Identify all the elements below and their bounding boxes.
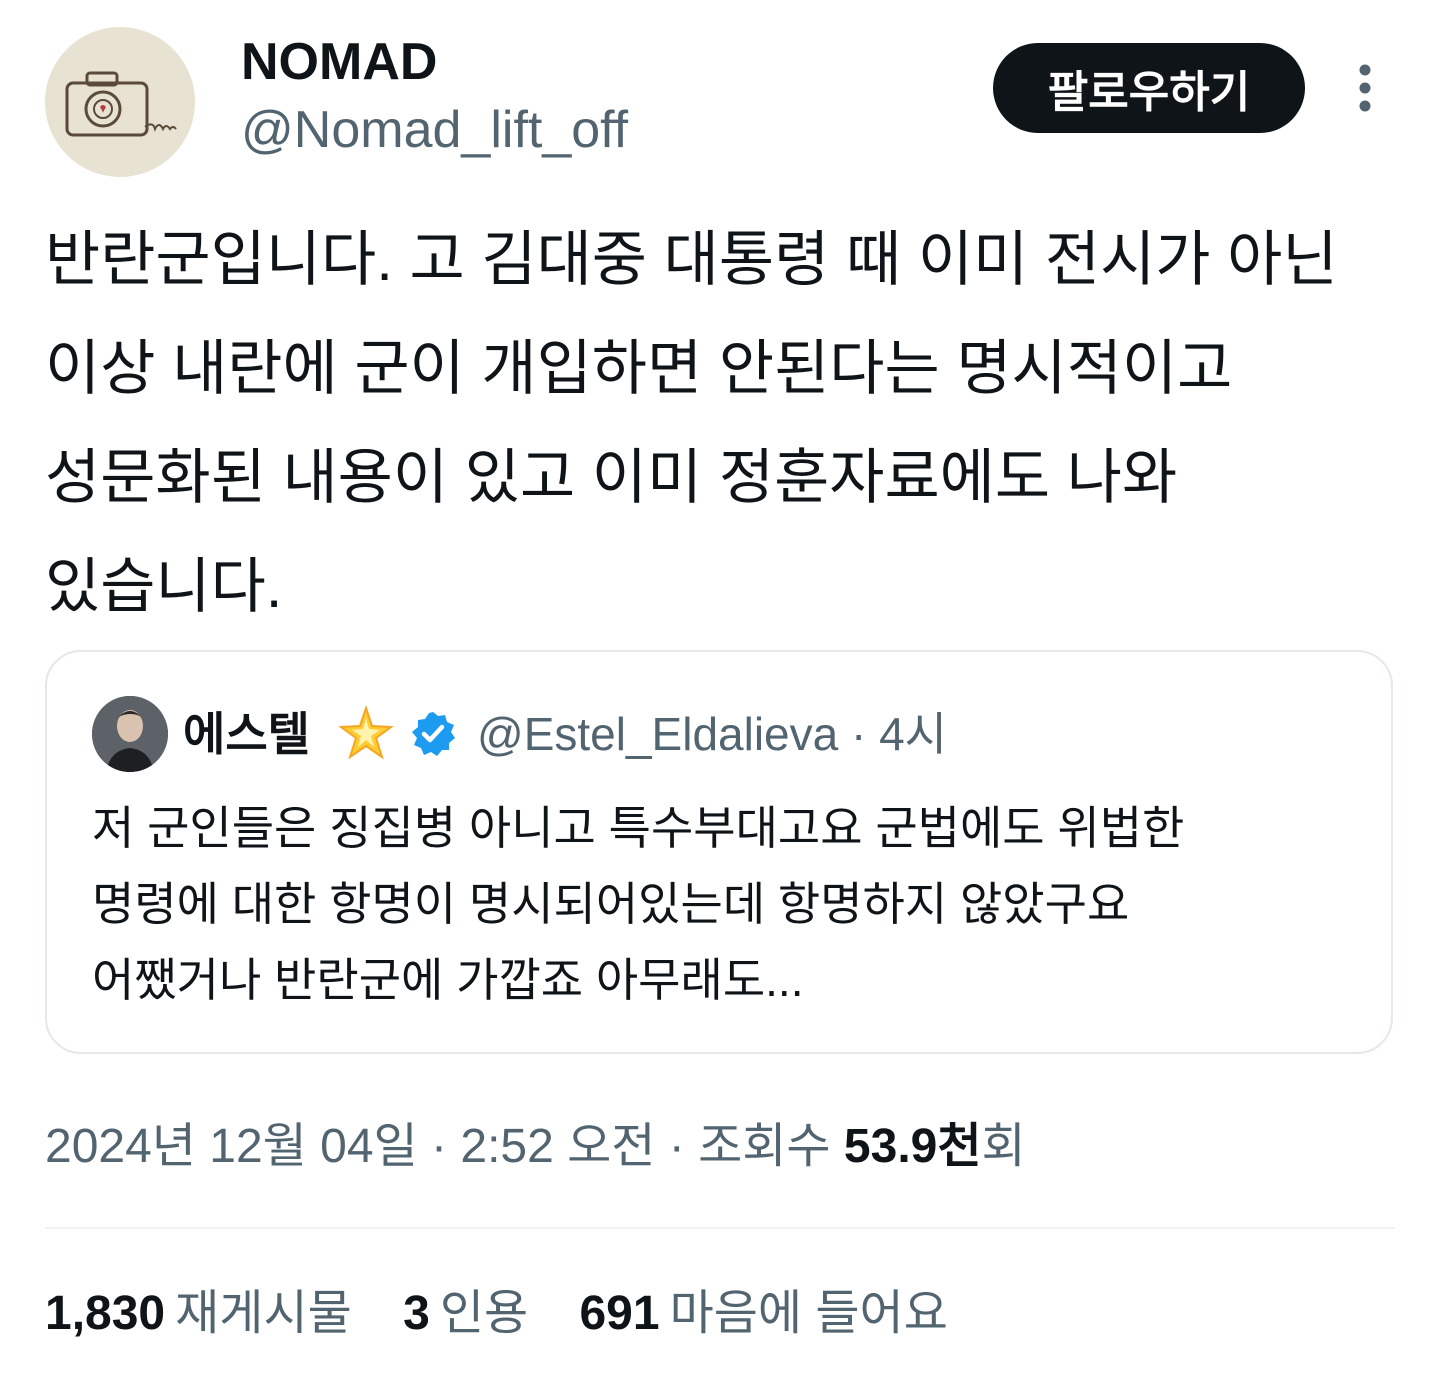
more-options-icon[interactable]	[1345, 60, 1385, 116]
author-handle[interactable]: @Nomad_lift_off	[241, 98, 628, 162]
engagement-stats: 1,830 재게시물 3 인용 691 마음에 들어요	[45, 1282, 986, 1346]
verified-badge-icon	[409, 710, 457, 758]
likes-stat[interactable]: 691 마음에 들어요	[579, 1282, 947, 1346]
tweet-meta: 2024년 12월 04일 · 2:52 오전 · 조회수 53.9천회	[45, 1115, 1026, 1179]
quoted-text-line: 어쨌거나 반란군에 가깝죠 아무래도...	[92, 954, 804, 1006]
author-display-name[interactable]: NOMAD	[241, 30, 437, 94]
quotes-stat[interactable]: 3 인용	[403, 1282, 528, 1346]
tweet-text-line: 반란군입니다. 고 김대중 대통령 때 이미 전시가 아닌	[45, 226, 1338, 293]
tweet-header: NOMAD @Nomad_lift_off 팔로우하기	[0, 0, 1440, 190]
tweet-text-line: 성문화된 내용이 있고 이미 정훈자료에도 나와	[45, 444, 1178, 511]
views-suffix: 회	[981, 1120, 1026, 1173]
quoted-handle-time[interactable]: @Estel_Eldalieva · 4시	[477, 706, 947, 762]
tweet-datetime[interactable]: 2024년 12월 04일 · 2:52 오전 · 조회수	[45, 1120, 844, 1173]
quoted-author-name[interactable]: 에스텔	[183, 706, 310, 762]
quotes-label: 인용	[439, 1287, 529, 1340]
reposts-count: 1,830	[45, 1287, 166, 1340]
tweet-text-line: 이상 내란에 군이 개입하면 안된다는 명시적이고	[45, 335, 1233, 402]
tweet-text-line: 있습니다.	[45, 553, 283, 620]
views-count: 53.9천	[843, 1120, 982, 1173]
follow-button[interactable]: 팔로우하기	[993, 43, 1305, 133]
quoted-text-line: 명령에 대한 항명이 명시되어있는데 항명하지 않았구요	[92, 878, 1130, 930]
tweet-text: 반란군입니다. 고 김대중 대통령 때 이미 전시가 아닌 이상 내란에 군이 …	[45, 205, 1405, 641]
quoted-text-line: 저 군인들은 징집병 아니고 특수부대고요 군법에도 위법한	[92, 802, 1185, 854]
quoted-tweet[interactable]: 에스텔 @Estel_Eldalieva · 4시 저 군인들은 징집병 아니고…	[45, 650, 1393, 1054]
author-avatar[interactable]	[45, 27, 195, 177]
reposts-stat[interactable]: 1,830 재게시물	[45, 1282, 352, 1346]
camera-icon	[65, 71, 177, 137]
likes-label: 마음에 들어요	[669, 1287, 948, 1340]
divider	[45, 1227, 1395, 1229]
quoted-author-avatar[interactable]	[92, 696, 168, 772]
quotes-count: 3	[403, 1287, 430, 1340]
sparkle-star-icon	[337, 704, 395, 762]
likes-count: 691	[579, 1287, 660, 1340]
quoted-text: 저 군인들은 징집병 아니고 특수부대고요 군법에도 위법한 명령에 대한 항명…	[92, 790, 1352, 1018]
reposts-label: 재게시물	[175, 1287, 352, 1340]
